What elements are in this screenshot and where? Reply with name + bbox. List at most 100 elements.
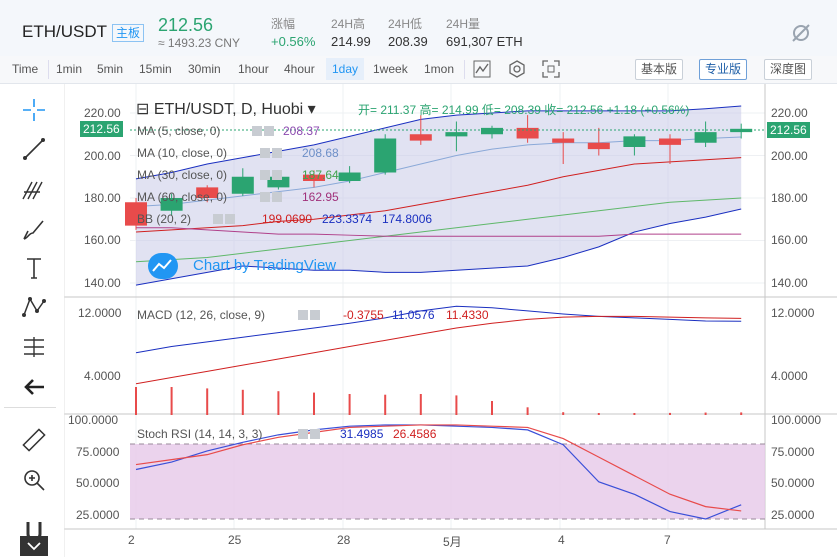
left-axis-label: 180.00	[84, 191, 121, 205]
last-price: 212.56	[158, 15, 214, 35]
stat-value-high: 214.99	[331, 34, 371, 49]
view-pro-button[interactable]: 专业版	[699, 59, 748, 80]
legend-ma60-controls[interactable]	[260, 190, 284, 204]
legend-ohlc: 开= 211.37 高= 214.99 低= 208.39 收= 212.56 …	[358, 103, 690, 117]
tf-1hour[interactable]: 1hour	[238, 62, 269, 76]
macd-histogram-bar	[669, 412, 671, 415]
chart-toolbar: Time 1min 5min 15min 30min 1hour 4hour 1…	[0, 56, 837, 84]
left-rsi-axis-label: 50.0000	[76, 476, 120, 490]
crosshair-icon[interactable]	[20, 96, 48, 124]
right-rsi-axis-label: 100.0000	[771, 413, 822, 427]
ruler-icon[interactable]	[20, 426, 48, 454]
macd-histogram-bar	[277, 391, 280, 415]
rsi-band	[130, 444, 765, 519]
fullscreen-icon[interactable]	[542, 60, 560, 78]
candle-body	[730, 128, 753, 133]
right-axis-label: 220.00	[771, 106, 808, 120]
legend-macd-label: MACD (12, 26, close, 9)	[137, 308, 266, 322]
tf-1week[interactable]: 1week	[373, 62, 408, 76]
legend-ma30-label: MA (30, close, 0)	[137, 168, 228, 182]
macd-histogram-bar	[384, 394, 387, 415]
tf-4hour[interactable]: 4hour	[284, 62, 315, 76]
x-axis-label: 25	[228, 533, 242, 547]
candle-body	[231, 176, 254, 194]
tf-1mon[interactable]: 1mon	[424, 62, 454, 76]
stat-value-volume: 691,307 ETH	[446, 34, 523, 49]
zoom-icon[interactable]	[20, 466, 48, 494]
x-axis-label: 7	[664, 533, 671, 547]
legend-bb-controls[interactable]	[213, 212, 237, 226]
hide-eye-icon[interactable]	[790, 22, 812, 44]
board-tag: 主板	[112, 24, 145, 42]
tradingview-watermark[interactable]: Chart by TradingView	[193, 257, 336, 274]
right-rsi-axis-label: 50.0000	[771, 476, 815, 490]
fib-icon[interactable]	[20, 174, 48, 202]
legend-ma5-value: 208.37	[283, 124, 320, 138]
tf-1min[interactable]: 1min	[56, 62, 82, 76]
legend-ma10-controls[interactable]	[260, 146, 284, 160]
view-depth-button[interactable]: 深度图	[764, 59, 813, 80]
legend-ma60-value: 162.95	[302, 190, 339, 204]
right-rsi-axis-label: 25.0000	[771, 508, 815, 522]
brush-icon[interactable]	[20, 215, 48, 243]
tf-15min[interactable]: 15min	[139, 62, 172, 76]
trend-line-icon[interactable]	[20, 135, 48, 163]
stat-value-low: 208.39	[388, 34, 428, 49]
right-axis-label: 140.00	[771, 276, 808, 290]
tf-time[interactable]: Time	[12, 62, 38, 76]
tf-30min[interactable]: 30min	[188, 62, 221, 76]
candle-body	[374, 138, 397, 173]
x-axis-label: 28	[337, 533, 351, 547]
macd-histogram-bar	[704, 412, 707, 415]
right-macd-axis-label: 12.0000	[771, 306, 815, 320]
chart-type-icon[interactable]	[473, 60, 491, 78]
macd-signal-line	[135, 315, 742, 385]
candle-body	[552, 138, 575, 143]
tf-1day[interactable]: 1day	[326, 58, 365, 80]
legend-rsi-controls[interactable]	[298, 427, 322, 441]
candle-body	[338, 172, 361, 181]
stat-label-low: 24H低	[388, 17, 423, 31]
legend-macd-hist: -0.3755	[343, 308, 384, 322]
legend-ma30-controls[interactable]	[260, 168, 284, 182]
left-axis-label: 160.00	[84, 233, 121, 247]
drawing-tools-sidebar	[0, 84, 64, 557]
macd-histogram-bar	[348, 394, 351, 415]
left-axis-label: 200.00	[84, 149, 121, 163]
macd-histogram-bar	[135, 387, 137, 415]
stat-label-high: 24H高	[331, 17, 366, 31]
candle-body	[623, 136, 646, 147]
right-macd-axis-label: 4.0000	[771, 369, 808, 383]
tf-5min[interactable]: 5min	[97, 62, 123, 76]
x-axis-label: 5月	[443, 535, 462, 549]
legend-macd-controls[interactable]	[298, 308, 322, 322]
left-rsi-axis-label: 25.0000	[76, 508, 120, 522]
right-axis-label: 160.00	[771, 233, 808, 247]
legend-ma5-controls[interactable]	[252, 124, 276, 138]
settings-icon[interactable]	[508, 60, 526, 78]
legend-symbol-text: ETH/USDT, D, Huobi	[153, 101, 304, 118]
left-rsi-axis-label: 75.0000	[76, 445, 120, 459]
macd-histogram-bar	[597, 413, 600, 415]
sidebar-divider	[4, 407, 56, 408]
macd-histogram-bar	[455, 395, 458, 415]
candle-body	[694, 132, 717, 143]
pattern-icon[interactable]	[20, 293, 48, 321]
chevron-down-icon[interactable]	[20, 536, 48, 556]
right-axis-label: 180.00	[771, 191, 808, 205]
macd-histogram-bar	[491, 401, 493, 415]
candle-body	[587, 142, 610, 150]
legend-ma5-label: MA (5, close, 0)	[137, 124, 221, 138]
candle-body	[516, 127, 539, 139]
left-price-badge: 212.56	[80, 121, 123, 137]
legend-macd-line: 11.0576	[392, 308, 435, 322]
x-axis-label: 4	[558, 533, 565, 547]
toolbar-divider	[48, 60, 49, 79]
back-arrow-icon[interactable]	[20, 373, 48, 401]
legend-bb-basis: 199.0690	[262, 212, 313, 226]
right-rsi-axis-label: 75.0000	[771, 445, 815, 459]
text-icon[interactable]	[20, 254, 48, 282]
view-basic-button[interactable]: 基本版	[635, 59, 684, 80]
measure-icon[interactable]	[20, 333, 48, 361]
pair-title[interactable]: ETH/USDT	[22, 22, 107, 42]
